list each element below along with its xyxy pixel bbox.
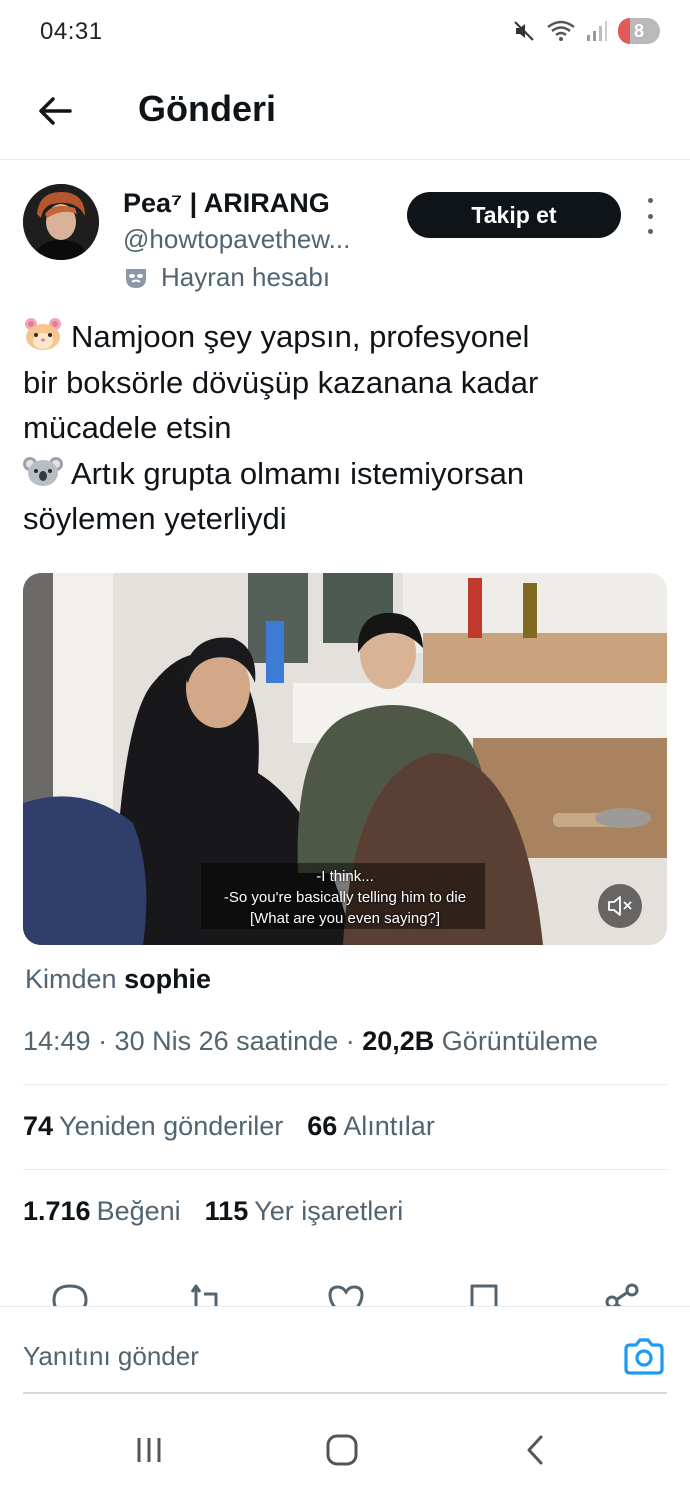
avatar[interactable] [23, 184, 99, 260]
subtitle-line: [What are you even saying?] [249, 910, 441, 927]
bookmarks-count: 115 [204, 1196, 249, 1226]
source-prefix: Kimden [25, 964, 117, 994]
reply-button[interactable] [50, 1282, 90, 1308]
source-name[interactable]: sophie [124, 964, 211, 994]
recent-apps-icon [137, 1438, 161, 1462]
divider [23, 1084, 667, 1085]
home-icon [326, 1434, 358, 1466]
tweet-line: Artık grupta olmamı istemiyorsan [23, 451, 663, 497]
tweet-line: Namjoon şey yapsın, profesyonel [23, 314, 663, 360]
bookmark-button[interactable] [464, 1282, 504, 1308]
back-button[interactable] [30, 86, 80, 136]
tweet-line: mücadele etsin [23, 410, 232, 445]
subtitle-line: -So you're basically telling him to die [223, 889, 467, 906]
tweet-meta: 14:49 · 30 Nis 26 saatinde · 20,2B Görün… [23, 1026, 598, 1057]
like-button[interactable] [326, 1282, 366, 1308]
system-nav-bar [0, 1400, 690, 1495]
retweets-label: Yeniden gönderiler [59, 1111, 284, 1141]
reply-underline [23, 1392, 667, 1394]
page-title: Gönderi [138, 88, 277, 129]
account-label: Hayran hesabı [123, 262, 330, 293]
status-time: 04:31 [40, 18, 103, 45]
tweet-line: bir boksörle dövüşüp kazanana kadar [23, 364, 539, 400]
divider [23, 1169, 667, 1170]
battery-indicator: 8 [618, 18, 660, 44]
quotes-label: Alıntılar [343, 1111, 435, 1141]
bookmarks-label: Yer işaretleri [254, 1196, 404, 1226]
bookmark-icon [470, 1284, 498, 1308]
more-dot-icon [647, 213, 653, 219]
bookmarks-stat[interactable]: 115 Yer işaretleri [205, 1196, 404, 1227]
battery-level: 8 [633, 20, 644, 41]
retweet-icon [190, 1284, 218, 1308]
tweet-text: Namjoon şey yapsın, profesyonel bir boks… [23, 314, 663, 542]
tweet-line-text: Namjoon şey yapsın, profesyonel [71, 319, 530, 354]
tweet-video[interactable]: -I think... -So you're basically telling… [23, 573, 667, 945]
hamster-face-icon [25, 318, 61, 350]
tweet-line-text: Artık grupta olmamı istemiyorsan [71, 455, 525, 491]
chevron-left-icon [527, 1435, 543, 1465]
tweet-timestamp[interactable]: 14:49 · 30 Nis 26 saatinde · [23, 1026, 355, 1056]
camera-button[interactable] [622, 1337, 666, 1377]
retweets-stat[interactable]: 74 Yeniden gönderiler [23, 1111, 283, 1142]
retweet-button[interactable] [186, 1282, 226, 1308]
views-label: Görüntüleme [441, 1026, 598, 1056]
source-attribution: Kimden sophie [25, 964, 211, 995]
retweets-count: 74 [23, 1111, 54, 1141]
stats-row-likes: 1.716 Beğeni 115 Yer işaretleri [23, 1196, 403, 1227]
back-nav-button[interactable] [510, 1430, 560, 1470]
status-bar: 04:31 8 [0, 0, 690, 64]
account-label-text: Hayran hesabı [161, 262, 331, 292]
koala-face-icon [23, 456, 63, 486]
reply-input[interactable]: Yanıtını gönder [23, 1341, 199, 1372]
arrow-left-icon [39, 97, 72, 125]
quotes-count: 66 [307, 1111, 338, 1141]
home-button[interactable] [317, 1430, 367, 1470]
author-name[interactable]: Pea⁷ | ARIRANG [123, 188, 330, 219]
more-options-button[interactable] [638, 198, 662, 234]
header: Gönderi [0, 64, 690, 160]
video-subtitles: -I think... -So you're basically telling… [23, 866, 667, 929]
author-handle[interactable]: @howtopavethew... [123, 224, 350, 255]
likes-stat[interactable]: 1.716 Beğeni [23, 1196, 181, 1227]
views-count: 20,2B [362, 1026, 435, 1056]
mask-icon [126, 268, 146, 288]
follow-button[interactable]: Takip et [407, 192, 621, 238]
tweet-author: Pea⁷ | ARIRANG @howtopavethew... Hayran … [23, 182, 668, 292]
wifi-icon [546, 19, 576, 43]
likes-label: Beğeni [96, 1196, 181, 1226]
stats-row-reposts: 74 Yeniden gönderiler 66 Alıntılar [23, 1111, 435, 1142]
share-button[interactable] [602, 1282, 642, 1308]
quotes-stat[interactable]: 66 Alıntılar [307, 1111, 435, 1142]
unmute-button[interactable] [598, 884, 642, 928]
volume-muted-icon [608, 896, 632, 916]
status-icons: 8 [512, 18, 660, 44]
likes-count: 1.716 [23, 1196, 91, 1226]
reply-icon [52, 1284, 88, 1308]
tweet-line: söylemen yeterliydi [23, 501, 287, 536]
recent-apps-button[interactable] [124, 1430, 174, 1470]
subtitle-line: -I think... [316, 868, 374, 885]
camera-icon [624, 1338, 664, 1375]
more-dot-icon [647, 198, 653, 203]
mute-icon [512, 19, 536, 43]
share-icon [605, 1283, 639, 1308]
action-bar [0, 1276, 690, 1308]
more-dot-icon [647, 229, 653, 234]
signal-icon [586, 20, 608, 42]
heart-icon [328, 1285, 364, 1308]
reply-bar: Yanıtını gönder [0, 1306, 690, 1394]
